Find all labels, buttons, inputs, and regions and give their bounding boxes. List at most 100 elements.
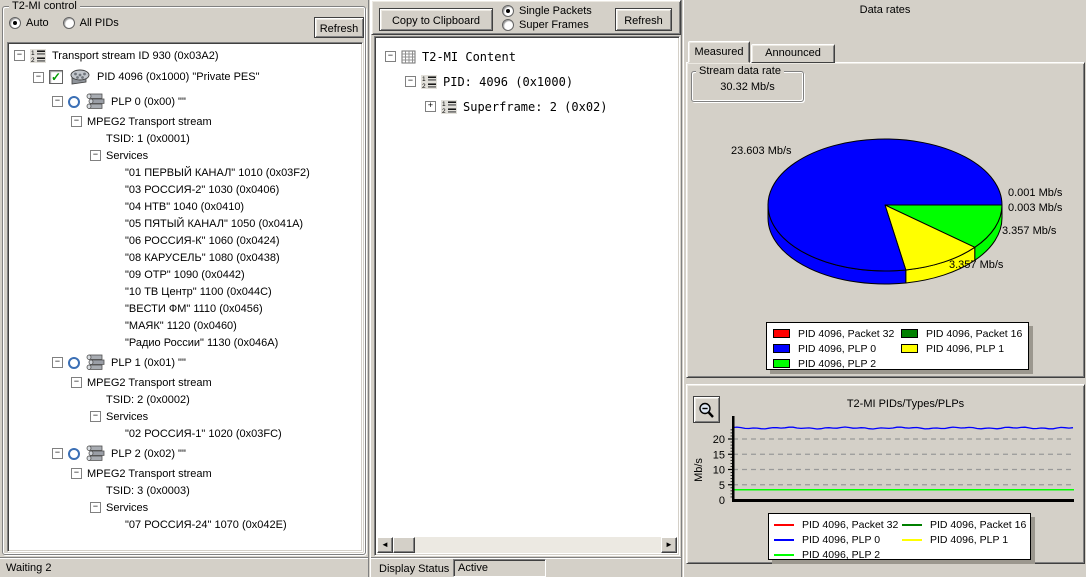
tree-row[interactable]: − MPEG2 Transport stream bbox=[10, 465, 362, 482]
expand-minus-box[interactable]: − bbox=[71, 116, 82, 127]
tree-row[interactable]: −1 2 Transport stream ID 930 (0x03A2) bbox=[10, 47, 362, 64]
legend-row: PID 4096, PLP 0 PID 4096, PLP 1 bbox=[769, 532, 1030, 547]
tree-row[interactable]: "01 ПЕРВЫЙ КАНАЛ" 1010 (0x03F2) bbox=[10, 164, 362, 181]
legend-label: PID 4096, PLP 0 bbox=[802, 533, 881, 546]
legend-row: PID 4096, Packet 32 PID 4096, Packet 16 bbox=[767, 326, 1028, 341]
tree-row[interactable]: − PLP 2 (0x02) "" bbox=[10, 442, 362, 465]
legend-entry: PID 4096, PLP 0 bbox=[767, 343, 895, 355]
expand-minus-box[interactable]: − bbox=[90, 411, 101, 422]
tree-row[interactable]: TSID: 1 (0x0001) bbox=[10, 130, 362, 147]
expand-minus-box[interactable]: − bbox=[52, 96, 63, 107]
stream-group-title: Stream data rate bbox=[696, 65, 784, 77]
pipes-icon bbox=[85, 93, 105, 110]
scroll-left-arrow[interactable]: ◄ bbox=[377, 537, 393, 553]
tree-row[interactable]: "08 КАРУСЕЛЬ" 1080 (0x0438) bbox=[10, 249, 362, 266]
plp-radio-circle[interactable] bbox=[68, 447, 80, 460]
tree-item-label: "МАЯК" 1120 (0x0460) bbox=[125, 319, 237, 332]
tree-row[interactable]: "05 ПЯТЫЙ КАНАЛ" 1050 (0x041A) bbox=[10, 215, 362, 232]
tree-item-label: TSID: 2 (0x0002) bbox=[106, 393, 190, 406]
radio-button[interactable] bbox=[502, 5, 514, 17]
legend-line-swatch bbox=[902, 538, 922, 541]
expand-minus-box[interactable]: − bbox=[71, 377, 82, 388]
tree-row[interactable]: − Services bbox=[10, 408, 362, 425]
tree-item-label: "02 РОССИЯ-1" 1020 (0x03FC) bbox=[125, 427, 282, 440]
radio-label: All PIDs bbox=[79, 17, 119, 29]
expand-plus-box[interactable]: + bbox=[425, 101, 436, 112]
tree-row[interactable]: − PLP 1 (0x01) "" bbox=[10, 351, 362, 374]
series-line-PID 4096, PLP 0 bbox=[732, 426, 1074, 430]
tab-measured[interactable]: Measured bbox=[688, 41, 750, 63]
rate-history-chart-panel: T2-MI PIDs/Types/PLPs 0 5 10 15 20 Mb/s PID 4… bbox=[686, 384, 1085, 564]
pid-mode-radio-1[interactable]: All PIDs bbox=[62, 17, 119, 29]
content-refresh-button[interactable]: Refresh bbox=[615, 8, 672, 31]
tree-item-label: T2-MI Content bbox=[422, 49, 516, 64]
plp-radio-circle[interactable] bbox=[68, 356, 80, 369]
tree-row[interactable]: "10 ТВ Центр" 1100 (0x044C) bbox=[10, 283, 362, 300]
tree-row[interactable]: − T2-MI Content bbox=[379, 44, 679, 69]
tree-row[interactable]: "03 РОССИЯ-2" 1030 (0x0406) bbox=[10, 181, 362, 198]
transport-stream-tree[interactable]: −1 2 Transport stream ID 930 (0x03A2) − ✓ PID… bbox=[7, 42, 363, 552]
svg-text:2: 2 bbox=[31, 57, 35, 63]
copy-to-clipboard-button[interactable]: Copy to Clipboard bbox=[379, 8, 493, 31]
expand-minus-box[interactable]: − bbox=[71, 468, 82, 479]
group-title: T2-MI control bbox=[9, 0, 80, 12]
refresh-button[interactable]: Refresh bbox=[314, 17, 364, 38]
pid-checkbox[interactable]: ✓ bbox=[49, 70, 63, 84]
expand-minus-box[interactable]: − bbox=[405, 76, 416, 87]
tree-row[interactable]: +1 2 Superframe: 2 (0x02) bbox=[379, 94, 679, 119]
svg-text:1: 1 bbox=[422, 76, 426, 83]
expand-minus-box[interactable]: − bbox=[90, 150, 101, 161]
legend-color-swatch bbox=[773, 359, 790, 368]
scrollbar-thumb[interactable] bbox=[393, 537, 415, 553]
tree-row[interactable]: − PLP 0 (0x00) "" bbox=[10, 90, 362, 113]
tree-row[interactable]: "МАЯК" 1120 (0x0460) bbox=[10, 317, 362, 334]
tree-row[interactable]: TSID: 3 (0x0003) bbox=[10, 482, 362, 499]
expand-minus-box[interactable]: − bbox=[52, 448, 63, 459]
legend-entry: PID 4096, PLP 2 bbox=[767, 358, 895, 370]
plp-radio-circle[interactable] bbox=[68, 95, 80, 108]
radio-button[interactable] bbox=[502, 19, 514, 31]
display-status-label: Display Status bbox=[379, 563, 450, 575]
radio-button[interactable] bbox=[62, 17, 75, 29]
expand-minus-box[interactable]: − bbox=[52, 357, 63, 368]
pid-mode-radio-0[interactable]: Auto bbox=[9, 17, 49, 29]
plp-pipes-icon bbox=[86, 93, 105, 109]
tree-row[interactable]: "ВЕСТИ ФМ" 1110 (0x0456) bbox=[10, 300, 362, 317]
legend-row: PID 4096, PLP 2 bbox=[767, 356, 1028, 371]
legend-line-swatch bbox=[774, 553, 794, 556]
tree-row[interactable]: − Services bbox=[10, 147, 362, 164]
svg-text:1: 1 bbox=[442, 101, 446, 108]
tree-row[interactable]: − Services bbox=[10, 499, 362, 516]
tree-row[interactable]: TSID: 2 (0x0002) bbox=[10, 391, 362, 408]
expand-minus-box[interactable]: − bbox=[33, 71, 44, 83]
tree-row[interactable]: − MPEG2 Transport stream bbox=[10, 113, 362, 130]
tree-row[interactable]: − ✓ PID 4096 (0x1000) "Private PES" bbox=[10, 64, 362, 90]
expand-minus-box[interactable]: − bbox=[385, 51, 396, 62]
radio-button[interactable] bbox=[9, 17, 21, 29]
tree-row[interactable]: "04 НТВ" 1040 (0x0410) bbox=[10, 198, 362, 215]
tree-row[interactable]: − MPEG2 Transport stream bbox=[10, 374, 362, 391]
horizontal-scrollbar[interactable]: ◄ ► bbox=[377, 537, 677, 553]
legend-entry: PID 4096, PLP 2 bbox=[769, 549, 897, 561]
tab-announced[interactable]: Announced bbox=[751, 44, 835, 63]
tree-item-label: "08 КАРУСЕЛЬ" 1080 (0x0438) bbox=[125, 251, 280, 264]
expand-minus-box[interactable]: − bbox=[90, 502, 101, 513]
left-status-bar: Waiting 2 bbox=[0, 557, 368, 577]
tree-item-label: "09 ОТР" 1090 (0x0442) bbox=[125, 268, 245, 281]
data-rates-panel: Data rates Measured Announced Stream data… bbox=[683, 0, 1086, 577]
tree-row[interactable]: −1 2 PID: 4096 (0x1000) bbox=[379, 69, 679, 94]
legend-label: PID 4096, PLP 0 bbox=[798, 342, 877, 355]
t2mi-content-tree[interactable]: − T2-MI Content −1 2 PID: 4096 (0x1000) +1 2 Su… bbox=[374, 36, 680, 556]
tree-row[interactable]: "02 РОССИЯ-1" 1020 (0x03FC) bbox=[10, 425, 362, 442]
expand-minus-box[interactable]: − bbox=[14, 50, 25, 61]
tree-row[interactable]: "07 РОССИЯ-24" 1070 (0x042E) bbox=[10, 516, 362, 533]
scroll-right-arrow[interactable]: ► bbox=[661, 537, 677, 553]
tree-row[interactable]: "Радио России" 1130 (0x046A) bbox=[10, 334, 362, 351]
tree-row[interactable]: "06 РОССИЯ-К" 1060 (0x0424) bbox=[10, 232, 362, 249]
tree-item-label: PID 4096 (0x1000) "Private PES" bbox=[97, 71, 260, 83]
packet-mode-radio-0[interactable]: Single Packets bbox=[502, 5, 592, 17]
legend-color-swatch bbox=[901, 344, 918, 353]
tree-row[interactable]: "09 ОТР" 1090 (0x0442) bbox=[10, 266, 362, 283]
measured-tab-pane: Stream data rate 30.32 Mb/s 0.001 Mb/s 0.… bbox=[686, 62, 1085, 378]
packet-mode-radio-1[interactable]: Super Frames bbox=[502, 19, 592, 31]
